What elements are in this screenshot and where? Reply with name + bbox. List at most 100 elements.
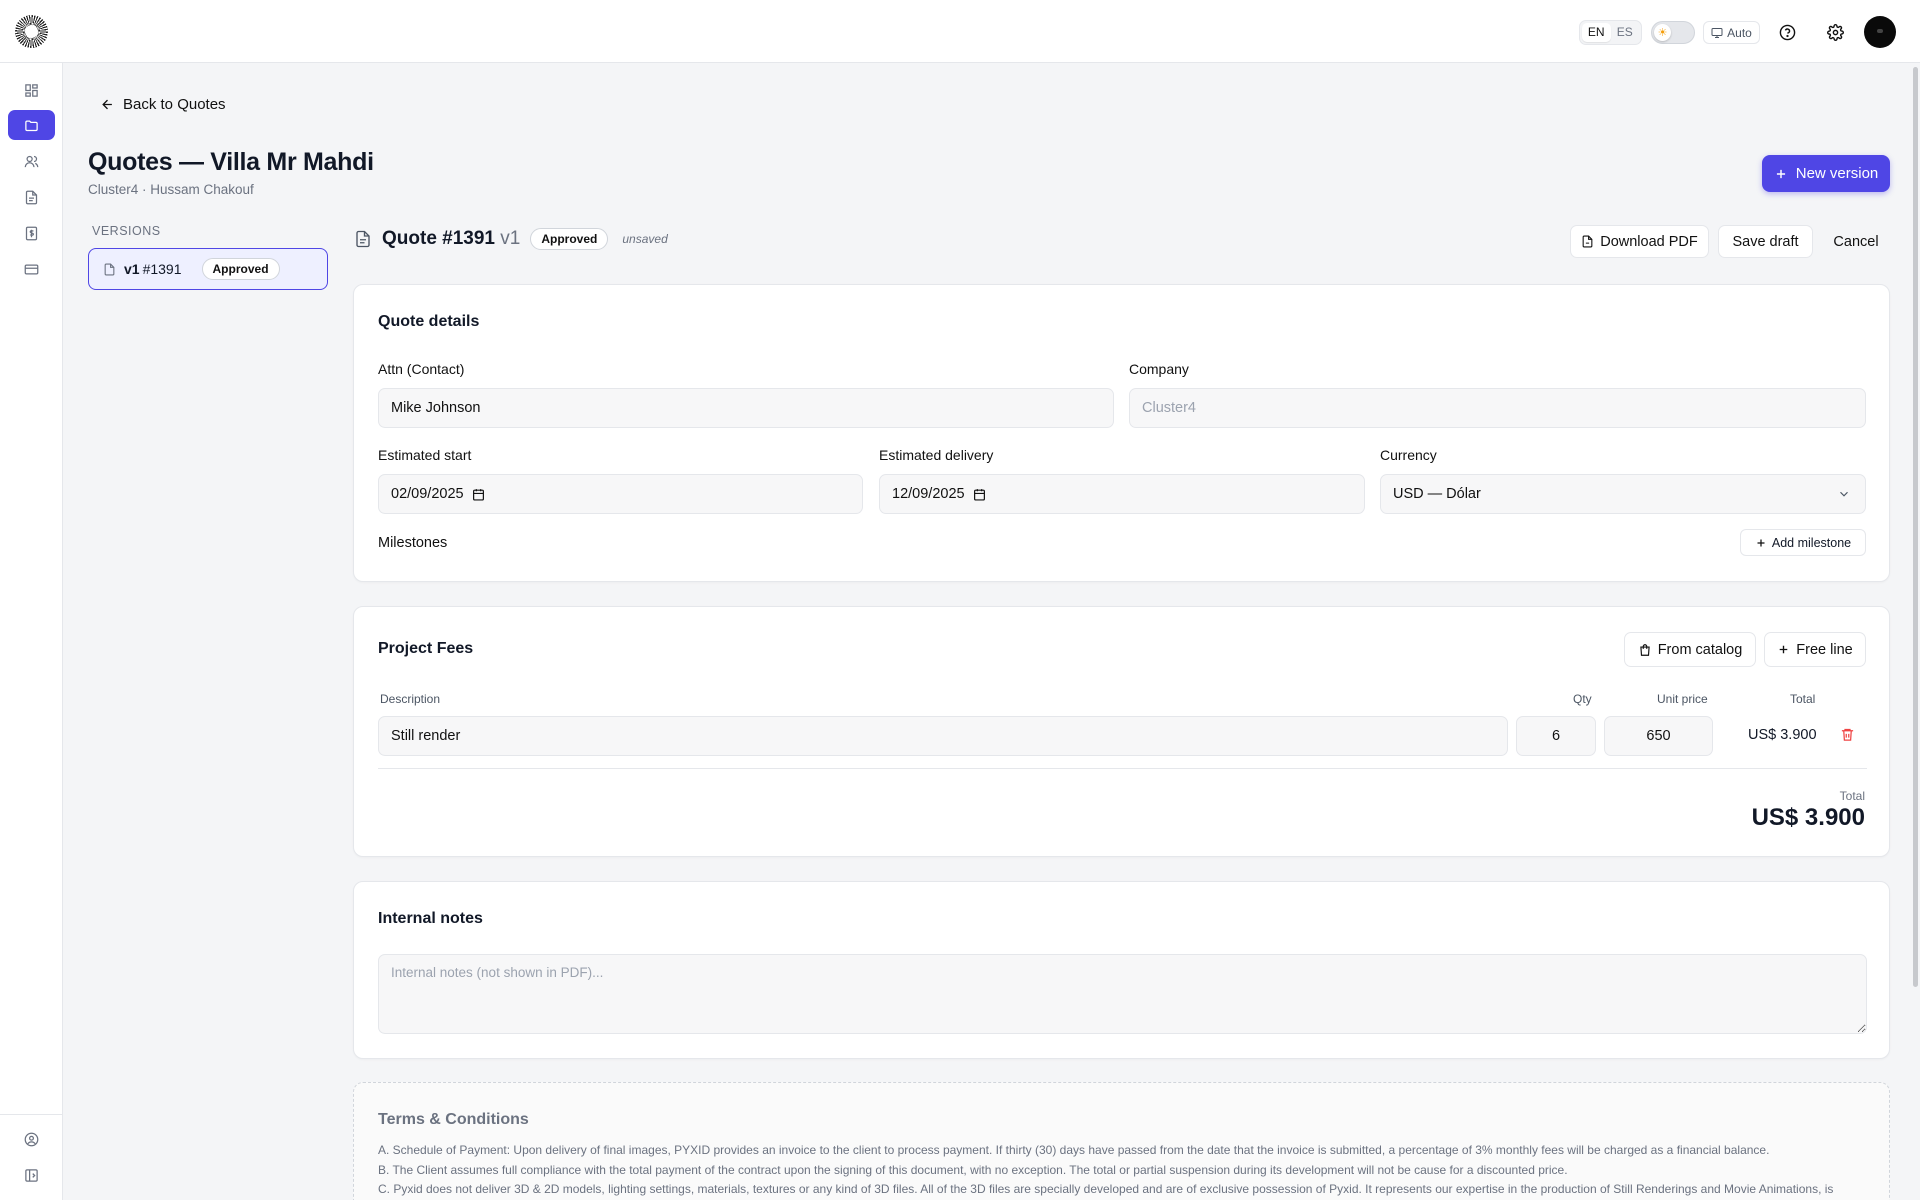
file-icon: [1581, 235, 1594, 248]
sidebar-item-dashboard[interactable]: [8, 75, 55, 105]
user-avatar[interactable]: [1864, 16, 1896, 48]
grand-total-value: US$ 3.900: [1751, 804, 1865, 831]
terms-title: Terms & Conditions: [378, 1111, 529, 1128]
company-label: Company: [1129, 361, 1189, 377]
start-label: Estimated start: [378, 447, 472, 463]
sidebar: [0, 63, 63, 1200]
sun-icon: ☀: [1654, 24, 1671, 41]
internal-notes-card: Internal notes: [353, 881, 1890, 1059]
quote-details-title: Quote details: [378, 313, 480, 330]
terms-line: C. Pyxid does not deliver 3D & 2D models…: [378, 1182, 1834, 1196]
back-label: Back to Quotes: [123, 96, 226, 113]
quote-details-card: Quote details Attn (Contact) Mike Johnso…: [353, 284, 1890, 582]
theme-toggle[interactable]: ☀: [1651, 21, 1695, 44]
credit-card-icon: [24, 264, 39, 274]
app-logo[interactable]: [15, 15, 48, 48]
plus-icon: [1774, 167, 1788, 181]
grand-total-label: Total: [1839, 789, 1865, 803]
sidebar-item-documents[interactable]: [8, 182, 55, 212]
column-header-qty: Qty: [1573, 692, 1592, 706]
fees-divider: [378, 768, 1867, 769]
from-catalog-button[interactable]: From catalog: [1624, 632, 1756, 667]
sidebar-item-invoices[interactable]: [8, 218, 55, 248]
company-input[interactable]: Cluster4: [1129, 388, 1866, 428]
sidebar-collapse-button[interactable]: [8, 1160, 55, 1190]
line-unit-price-input[interactable]: 650: [1604, 716, 1713, 756]
delivery-date-value: 12/09/2025: [892, 486, 965, 502]
plus-icon: [1777, 643, 1790, 656]
project-fees-title: Project Fees: [378, 640, 474, 657]
sidebar-item-projects[interactable]: [8, 110, 55, 140]
arrow-left-icon: [102, 99, 112, 110]
language-switcher[interactable]: EN ES: [1579, 20, 1642, 45]
add-milestone-button[interactable]: Add milestone: [1740, 529, 1866, 556]
settings-gear-icon[interactable]: [1824, 21, 1846, 43]
milestones-label: Milestones: [378, 535, 448, 551]
lang-en-option[interactable]: EN: [1582, 23, 1611, 42]
calendar-icon[interactable]: [973, 488, 986, 501]
column-header-description: Description: [380, 692, 441, 706]
account-icon: [24, 1132, 39, 1146]
currency-label: Currency: [1380, 447, 1437, 463]
delivery-date-input[interactable]: 12/09/2025: [879, 474, 1365, 514]
terms-line: A. Schedule of Payment: Upon delivery of…: [378, 1143, 1770, 1157]
line-qty-input[interactable]: 6: [1516, 716, 1596, 756]
currency-select[interactable]: USD — Dólar: [1380, 474, 1866, 514]
page-subtitle: Cluster4 · Hussam Chakouf: [88, 182, 254, 197]
version-number: #1391: [142, 261, 182, 277]
document-icon: [25, 190, 38, 204]
column-header-unit-price: Unit price: [1657, 692, 1708, 706]
theme-auto-label: Auto: [1727, 25, 1752, 40]
start-date-input[interactable]: 02/09/2025: [378, 474, 863, 514]
quote-status-badge: Approved: [530, 228, 609, 250]
version-status-badge: Approved: [201, 258, 280, 280]
document-icon: [354, 230, 372, 248]
save-draft-button[interactable]: Save draft: [1718, 225, 1813, 258]
quote-title-text: Quote #1391: [382, 228, 495, 249]
terms-card: Terms & Conditions A. Schedule of Paymen…: [353, 1082, 1890, 1200]
add-milestone-label: Add milestone: [1771, 535, 1852, 550]
theme-auto-button[interactable]: Auto: [1703, 21, 1760, 44]
unsaved-indicator: unsaved: [622, 232, 668, 246]
line-description-input[interactable]: Still render: [378, 716, 1508, 756]
start-date-value: 02/09/2025: [391, 486, 464, 502]
download-pdf-button[interactable]: Download PDF: [1570, 225, 1709, 258]
sidebar-item-billing[interactable]: [8, 254, 55, 284]
chevron-down-icon: [1837, 487, 1851, 501]
attn-input[interactable]: Mike Johnson: [378, 388, 1114, 428]
terms-line: B. The Client assumes full compliance wi…: [378, 1163, 1568, 1177]
sidebar-item-account[interactable]: [8, 1124, 55, 1154]
lang-es-option[interactable]: ES: [1611, 23, 1640, 42]
help-icon[interactable]: [1776, 21, 1798, 43]
document-icon: [103, 263, 116, 276]
delivery-label: Estimated delivery: [879, 447, 994, 463]
users-icon: [24, 155, 39, 167]
page-title: Quotes — Villa Mr Mahdi: [88, 148, 374, 176]
plus-icon: [1755, 537, 1767, 549]
free-line-button[interactable]: Free line: [1764, 632, 1866, 667]
from-catalog-label: From catalog: [1657, 641, 1743, 658]
new-version-button[interactable]: New version: [1762, 155, 1890, 192]
internal-notes-title: Internal notes: [378, 910, 483, 927]
quote-title: Quote #1391 v1: [382, 228, 520, 250]
sidebar-item-clients[interactable]: [8, 146, 55, 176]
currency-value: USD — Dólar: [1393, 486, 1481, 502]
version-label: v1: [124, 261, 140, 277]
trash-icon[interactable]: [1840, 727, 1855, 742]
quote-header: Quote #1391 v1 Approved unsaved: [354, 228, 668, 250]
shopping-bag-icon: [1638, 643, 1652, 657]
version-item[interactable]: v1 #1391 Approved: [88, 248, 328, 290]
dashboard-icon: [25, 83, 38, 97]
scrollbar-thumb[interactable]: [1913, 67, 1918, 987]
internal-notes-textarea[interactable]: [378, 954, 1867, 1034]
line-total: US$ 3.900: [1748, 727, 1817, 743]
calendar-icon[interactable]: [472, 488, 485, 501]
new-version-label: New version: [1795, 165, 1879, 182]
download-pdf-label: Download PDF: [1600, 233, 1698, 250]
top-bar: EN ES ☀ Auto: [0, 0, 1920, 63]
invoice-icon: [25, 226, 38, 240]
back-to-quotes-link[interactable]: Back to Quotes: [100, 96, 226, 113]
cancel-button[interactable]: Cancel: [1822, 225, 1890, 258]
versions-heading: VERSIONS: [92, 224, 161, 238]
page-scrollbar[interactable]: [1911, 63, 1920, 1200]
